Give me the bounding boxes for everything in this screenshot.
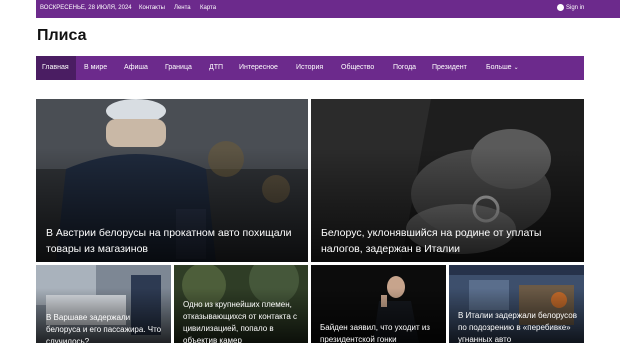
link-contacts[interactable]: Контакты xyxy=(139,5,165,11)
site-logo[interactable]: Плиса xyxy=(37,27,87,45)
nav-item-interesting[interactable]: Интересное xyxy=(239,56,278,80)
current-date: Воскресенье, 28 июля, 2024 xyxy=(40,5,132,11)
article-title[interactable]: В Италии задержали белорусов по подозрен… xyxy=(458,310,580,343)
nav-item-history[interactable]: История xyxy=(296,56,323,80)
article-card-small[interactable]: Одно из крупнейших племен, отказывающихс… xyxy=(174,265,308,343)
nav-item-president[interactable]: Президент xyxy=(432,56,467,80)
main-nav: Главная В мире Афиша Граница ДТП Интерес… xyxy=(36,56,584,80)
user-icon[interactable] xyxy=(557,4,564,11)
link-map[interactable]: Карта xyxy=(200,5,216,11)
nav-item-border[interactable]: Граница xyxy=(165,56,192,80)
nav-item-afisha[interactable]: Афиша xyxy=(124,56,148,80)
top-bar: Воскресенье, 28 июля, 2024 Контакты Лент… xyxy=(36,0,620,18)
nav-item-world[interactable]: В мире xyxy=(84,56,107,80)
article-card-small[interactable]: В Варшаве задержали белоруса и его пасса… xyxy=(36,265,171,343)
article-card-large[interactable]: В Австрии белорусы на прокатном авто пох… xyxy=(36,99,308,262)
chevron-down-icon: ⌄ xyxy=(513,65,519,71)
signin-link[interactable]: Sign in xyxy=(566,5,584,11)
nav-item-main[interactable]: Главная xyxy=(36,56,76,80)
nav-item-dtp[interactable]: ДТП xyxy=(209,56,223,80)
article-card-small[interactable]: В Италии задержали белорусов по подозрен… xyxy=(449,265,584,343)
nav-item-more-label: Больше xyxy=(486,64,512,71)
article-title[interactable]: Одно из крупнейших племен, отказывающихс… xyxy=(183,299,303,343)
article-title[interactable]: В Варшаве задержали белоруса и его пасса… xyxy=(46,312,166,343)
link-feed[interactable]: Лента xyxy=(174,5,191,11)
article-card-small[interactable]: Байден заявил, что уходит из президентск… xyxy=(311,265,446,343)
nav-item-more[interactable]: Больше ⌄ xyxy=(486,56,519,80)
nav-item-weather[interactable]: Погода xyxy=(393,56,416,80)
article-title[interactable]: Байден заявил, что уходит из президентск… xyxy=(320,322,440,343)
nav-item-society[interactable]: Общество xyxy=(341,56,374,80)
article-title[interactable]: В Австрии белорусы на прокатном авто пох… xyxy=(46,225,296,257)
article-title[interactable]: Белорус, уклонявшийся на родине от уплат… xyxy=(321,225,576,257)
article-card-large[interactable]: Белорус, уклонявшийся на родине от уплат… xyxy=(311,99,584,262)
